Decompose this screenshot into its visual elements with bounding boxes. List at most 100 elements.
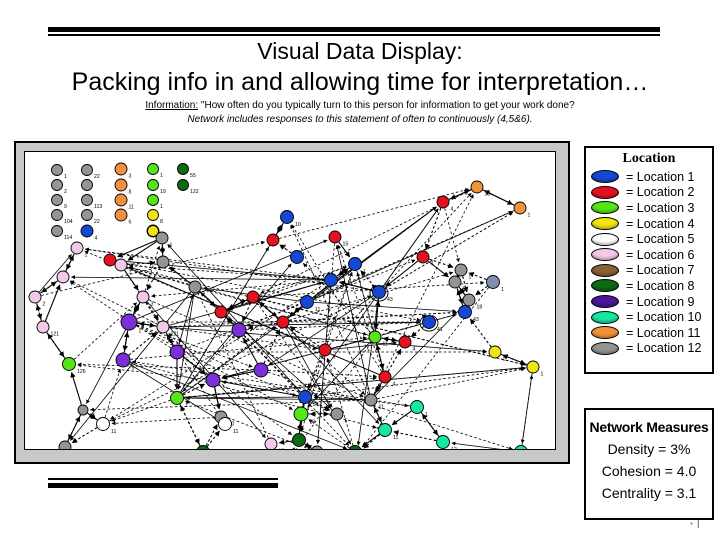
- legend-item[interactable]: = Location 3: [586, 200, 712, 216]
- legend-item[interactable]: = Location 1: [586, 169, 712, 185]
- network-node[interactable]: [70, 241, 84, 255]
- network-node[interactable]: [96, 417, 110, 431]
- legend-item[interactable]: = Location 5: [586, 231, 712, 247]
- network-node[interactable]: [436, 435, 450, 449]
- network-node[interactable]: [290, 250, 304, 264]
- network-node[interactable]: [311, 445, 323, 450]
- network-node[interactable]: [114, 193, 128, 207]
- network-node[interactable]: [114, 208, 128, 222]
- network-graph[interactable]: 1223155281912291131111042268114483311042…: [25, 152, 556, 450]
- network-node[interactable]: [80, 224, 94, 238]
- network-node[interactable]: [378, 423, 392, 437]
- network-node[interactable]: [51, 225, 63, 237]
- network-node[interactable]: [513, 201, 527, 215]
- network-node[interactable]: [51, 164, 63, 176]
- network-node[interactable]: [177, 163, 189, 175]
- network-node[interactable]: [298, 390, 312, 404]
- network-node[interactable]: [318, 343, 332, 357]
- network-node[interactable]: [51, 209, 63, 221]
- legend-item[interactable]: = Location 12: [586, 341, 712, 357]
- legend-item[interactable]: = Location 7: [586, 263, 712, 279]
- network-node[interactable]: [486, 275, 500, 289]
- network-node[interactable]: [62, 357, 76, 371]
- legend-item[interactable]: = Location 4: [586, 216, 712, 232]
- network-node[interactable]: [462, 293, 476, 307]
- network-node[interactable]: [422, 315, 436, 329]
- network-node[interactable]: [218, 417, 232, 431]
- network-node[interactable]: [292, 433, 306, 447]
- network-node[interactable]: [293, 406, 309, 422]
- network-edge: [71, 427, 98, 444]
- network-node[interactable]: [410, 400, 424, 414]
- network-node[interactable]: [372, 285, 386, 299]
- network-node-label: 1: [469, 275, 472, 281]
- legend-item[interactable]: = Location 2: [586, 185, 712, 201]
- network-node[interactable]: [514, 445, 528, 451]
- network-node[interactable]: [81, 209, 93, 221]
- legend-item[interactable]: = Location 9: [586, 294, 712, 310]
- network-node[interactable]: [103, 253, 117, 267]
- network-node[interactable]: [77, 404, 89, 416]
- network-node[interactable]: [177, 179, 189, 191]
- network-node[interactable]: [120, 313, 138, 331]
- network-node[interactable]: [398, 335, 412, 349]
- network-node-label: 104: [64, 219, 73, 225]
- network-node[interactable]: [147, 163, 159, 175]
- network-node[interactable]: [58, 440, 72, 450]
- network-node[interactable]: [448, 275, 462, 289]
- legend-item[interactable]: = Location 8: [586, 278, 712, 294]
- network-node[interactable]: [51, 194, 63, 206]
- network-node[interactable]: [214, 305, 228, 319]
- legend-item[interactable]: = Location 6: [586, 247, 712, 263]
- network-node[interactable]: [36, 320, 50, 334]
- network-node[interactable]: [147, 179, 159, 191]
- network-node[interactable]: [488, 345, 502, 359]
- network-node[interactable]: [170, 391, 184, 405]
- network-node[interactable]: [231, 322, 247, 338]
- network-node[interactable]: [276, 315, 290, 329]
- network-node[interactable]: [364, 393, 378, 407]
- legend-item[interactable]: = Location 10: [586, 309, 712, 325]
- network-node[interactable]: [454, 263, 468, 277]
- network-node[interactable]: [81, 164, 93, 176]
- network-node[interactable]: [266, 233, 280, 247]
- network-node[interactable]: [155, 231, 169, 245]
- network-node[interactable]: [246, 290, 260, 304]
- network-node[interactable]: [156, 255, 170, 269]
- network-nodes[interactable]: 1223155281912291131111042268114483311042…: [28, 162, 544, 451]
- network-node[interactable]: [436, 195, 450, 209]
- network-node[interactable]: [136, 290, 150, 304]
- network-node[interactable]: [253, 362, 269, 378]
- network-node[interactable]: [470, 180, 484, 194]
- network-node[interactable]: [324, 273, 338, 287]
- network-node[interactable]: [280, 210, 294, 224]
- network-node[interactable]: [115, 352, 131, 368]
- legend-item[interactable]: = Location 11: [586, 325, 712, 341]
- network-node[interactable]: [330, 407, 344, 421]
- network-node[interactable]: [169, 344, 185, 360]
- network-node[interactable]: [114, 258, 128, 272]
- network-node[interactable]: [368, 330, 382, 344]
- network-node[interactable]: [114, 162, 128, 176]
- network-node[interactable]: [51, 179, 63, 191]
- network-node[interactable]: [188, 280, 202, 294]
- network-node[interactable]: [81, 179, 93, 191]
- network-node[interactable]: [348, 257, 362, 271]
- network-node[interactable]: [28, 290, 42, 304]
- network-node[interactable]: [416, 250, 430, 264]
- network-node[interactable]: [264, 437, 278, 450]
- network-node[interactable]: [378, 370, 392, 384]
- network-canvas[interactable]: 1223155281912291131111042268114483311042…: [24, 151, 556, 450]
- network-node[interactable]: [81, 194, 93, 206]
- network-node[interactable]: [458, 305, 472, 319]
- network-node[interactable]: [526, 360, 540, 374]
- network-node[interactable]: [348, 445, 362, 451]
- network-node[interactable]: [328, 230, 342, 244]
- network-node[interactable]: [147, 209, 159, 221]
- network-node[interactable]: [114, 178, 128, 192]
- network-node[interactable]: [56, 270, 70, 284]
- network-node[interactable]: [205, 372, 221, 388]
- network-node[interactable]: [147, 194, 159, 206]
- network-node[interactable]: [300, 295, 314, 309]
- network-node[interactable]: [156, 320, 170, 334]
